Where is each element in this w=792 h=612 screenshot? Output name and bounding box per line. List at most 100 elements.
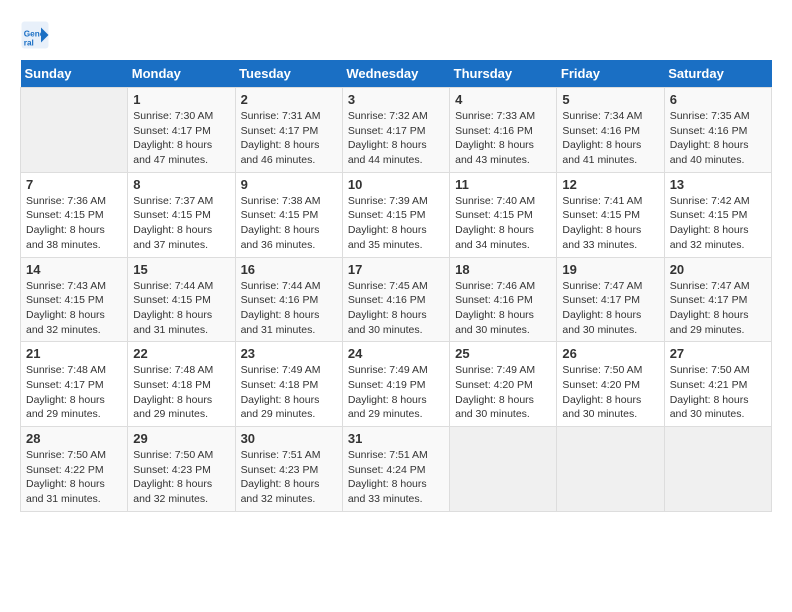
sunset-label: Sunset: 4:15 PM (670, 209, 748, 221)
sunset-label: Sunset: 4:16 PM (241, 294, 319, 306)
day-number: 18 (455, 262, 551, 277)
day-number: 20 (670, 262, 766, 277)
day-info: Sunrise: 7:49 AM Sunset: 4:19 PM Dayligh… (348, 363, 444, 422)
sunrise-label: Sunrise: 7:33 AM (455, 110, 535, 122)
sunrise-label: Sunrise: 7:50 AM (562, 364, 642, 376)
week-row-5: 28 Sunrise: 7:50 AM Sunset: 4:22 PM Dayl… (21, 427, 772, 512)
sunrise-label: Sunrise: 7:30 AM (133, 110, 213, 122)
sunrise-label: Sunrise: 7:49 AM (455, 364, 535, 376)
week-row-2: 7 Sunrise: 7:36 AM Sunset: 4:15 PM Dayli… (21, 172, 772, 257)
logo: Gene ral (20, 20, 56, 50)
calendar-cell: 15 Sunrise: 7:44 AM Sunset: 4:15 PM Dayl… (128, 257, 235, 342)
sunrise-label: Sunrise: 7:48 AM (26, 364, 106, 376)
sunrise-label: Sunrise: 7:31 AM (241, 110, 321, 122)
daylight-label: Daylight: 8 hours and 31 minutes. (26, 478, 105, 505)
calendar-cell: 16 Sunrise: 7:44 AM Sunset: 4:16 PM Dayl… (235, 257, 342, 342)
day-number: 4 (455, 92, 551, 107)
daylight-label: Daylight: 8 hours and 30 minutes. (455, 394, 534, 421)
sunrise-label: Sunrise: 7:43 AM (26, 280, 106, 292)
calendar-cell: 7 Sunrise: 7:36 AM Sunset: 4:15 PM Dayli… (21, 172, 128, 257)
day-number: 23 (241, 346, 337, 361)
weekday-header-friday: Friday (557, 60, 664, 88)
daylight-label: Daylight: 8 hours and 46 minutes. (241, 139, 320, 166)
day-info: Sunrise: 7:50 AM Sunset: 4:21 PM Dayligh… (670, 363, 766, 422)
day-number: 24 (348, 346, 444, 361)
sunrise-label: Sunrise: 7:39 AM (348, 195, 428, 207)
calendar-cell: 29 Sunrise: 7:50 AM Sunset: 4:23 PM Dayl… (128, 427, 235, 512)
sunrise-label: Sunrise: 7:50 AM (133, 449, 213, 461)
daylight-label: Daylight: 8 hours and 33 minutes. (348, 478, 427, 505)
day-info: Sunrise: 7:44 AM Sunset: 4:16 PM Dayligh… (241, 279, 337, 338)
day-info: Sunrise: 7:36 AM Sunset: 4:15 PM Dayligh… (26, 194, 122, 253)
day-number: 15 (133, 262, 229, 277)
day-number: 5 (562, 92, 658, 107)
weekday-header-row: SundayMondayTuesdayWednesdayThursdayFrid… (21, 60, 772, 88)
daylight-label: Daylight: 8 hours and 32 minutes. (241, 478, 320, 505)
sunset-label: Sunset: 4:15 PM (241, 209, 319, 221)
daylight-label: Daylight: 8 hours and 35 minutes. (348, 224, 427, 251)
sunset-label: Sunset: 4:18 PM (241, 379, 319, 391)
sunrise-label: Sunrise: 7:51 AM (241, 449, 321, 461)
weekday-header-monday: Monday (128, 60, 235, 88)
calendar-cell: 17 Sunrise: 7:45 AM Sunset: 4:16 PM Dayl… (342, 257, 449, 342)
calendar-cell: 24 Sunrise: 7:49 AM Sunset: 4:19 PM Dayl… (342, 342, 449, 427)
sunrise-label: Sunrise: 7:35 AM (670, 110, 750, 122)
day-info: Sunrise: 7:50 AM Sunset: 4:23 PM Dayligh… (133, 448, 229, 507)
daylight-label: Daylight: 8 hours and 33 minutes. (562, 224, 641, 251)
sunrise-label: Sunrise: 7:40 AM (455, 195, 535, 207)
day-number: 28 (26, 431, 122, 446)
sunrise-label: Sunrise: 7:50 AM (26, 449, 106, 461)
calendar-cell (450, 427, 557, 512)
sunset-label: Sunset: 4:15 PM (26, 294, 104, 306)
day-number: 30 (241, 431, 337, 446)
calendar-cell (664, 427, 771, 512)
sunset-label: Sunset: 4:16 PM (455, 294, 533, 306)
sunset-label: Sunset: 4:20 PM (562, 379, 640, 391)
sunset-label: Sunset: 4:17 PM (241, 125, 319, 137)
daylight-label: Daylight: 8 hours and 29 minutes. (348, 394, 427, 421)
day-info: Sunrise: 7:46 AM Sunset: 4:16 PM Dayligh… (455, 279, 551, 338)
day-number: 17 (348, 262, 444, 277)
sunset-label: Sunset: 4:15 PM (133, 209, 211, 221)
sunrise-label: Sunrise: 7:38 AM (241, 195, 321, 207)
sunrise-label: Sunrise: 7:44 AM (241, 280, 321, 292)
day-number: 16 (241, 262, 337, 277)
logo-icon: Gene ral (20, 20, 50, 50)
calendar-cell: 22 Sunrise: 7:48 AM Sunset: 4:18 PM Dayl… (128, 342, 235, 427)
weekday-header-saturday: Saturday (664, 60, 771, 88)
daylight-label: Daylight: 8 hours and 29 minutes. (241, 394, 320, 421)
calendar-cell: 11 Sunrise: 7:40 AM Sunset: 4:15 PM Dayl… (450, 172, 557, 257)
day-number: 1 (133, 92, 229, 107)
day-number: 14 (26, 262, 122, 277)
calendar-cell: 30 Sunrise: 7:51 AM Sunset: 4:23 PM Dayl… (235, 427, 342, 512)
daylight-label: Daylight: 8 hours and 47 minutes. (133, 139, 212, 166)
daylight-label: Daylight: 8 hours and 32 minutes. (26, 309, 105, 336)
day-info: Sunrise: 7:31 AM Sunset: 4:17 PM Dayligh… (241, 109, 337, 168)
day-info: Sunrise: 7:49 AM Sunset: 4:18 PM Dayligh… (241, 363, 337, 422)
calendar-cell: 31 Sunrise: 7:51 AM Sunset: 4:24 PM Dayl… (342, 427, 449, 512)
day-number: 31 (348, 431, 444, 446)
sunset-label: Sunset: 4:16 PM (348, 294, 426, 306)
sunset-label: Sunset: 4:23 PM (133, 464, 211, 476)
sunset-label: Sunset: 4:17 PM (26, 379, 104, 391)
daylight-label: Daylight: 8 hours and 37 minutes. (133, 224, 212, 251)
calendar-cell: 12 Sunrise: 7:41 AM Sunset: 4:15 PM Dayl… (557, 172, 664, 257)
sunrise-label: Sunrise: 7:42 AM (670, 195, 750, 207)
day-info: Sunrise: 7:35 AM Sunset: 4:16 PM Dayligh… (670, 109, 766, 168)
weekday-header-thursday: Thursday (450, 60, 557, 88)
sunset-label: Sunset: 4:21 PM (670, 379, 748, 391)
day-number: 7 (26, 177, 122, 192)
sunset-label: Sunset: 4:17 PM (348, 125, 426, 137)
daylight-label: Daylight: 8 hours and 30 minutes. (348, 309, 427, 336)
sunset-label: Sunset: 4:15 PM (26, 209, 104, 221)
sunset-label: Sunset: 4:24 PM (348, 464, 426, 476)
sunset-label: Sunset: 4:15 PM (348, 209, 426, 221)
calendar-cell: 4 Sunrise: 7:33 AM Sunset: 4:16 PM Dayli… (450, 88, 557, 173)
sunset-label: Sunset: 4:17 PM (670, 294, 748, 306)
sunrise-label: Sunrise: 7:41 AM (562, 195, 642, 207)
sunrise-label: Sunrise: 7:49 AM (241, 364, 321, 376)
sunset-label: Sunset: 4:20 PM (455, 379, 533, 391)
page-header: Gene ral (20, 20, 772, 50)
day-number: 6 (670, 92, 766, 107)
day-number: 13 (670, 177, 766, 192)
